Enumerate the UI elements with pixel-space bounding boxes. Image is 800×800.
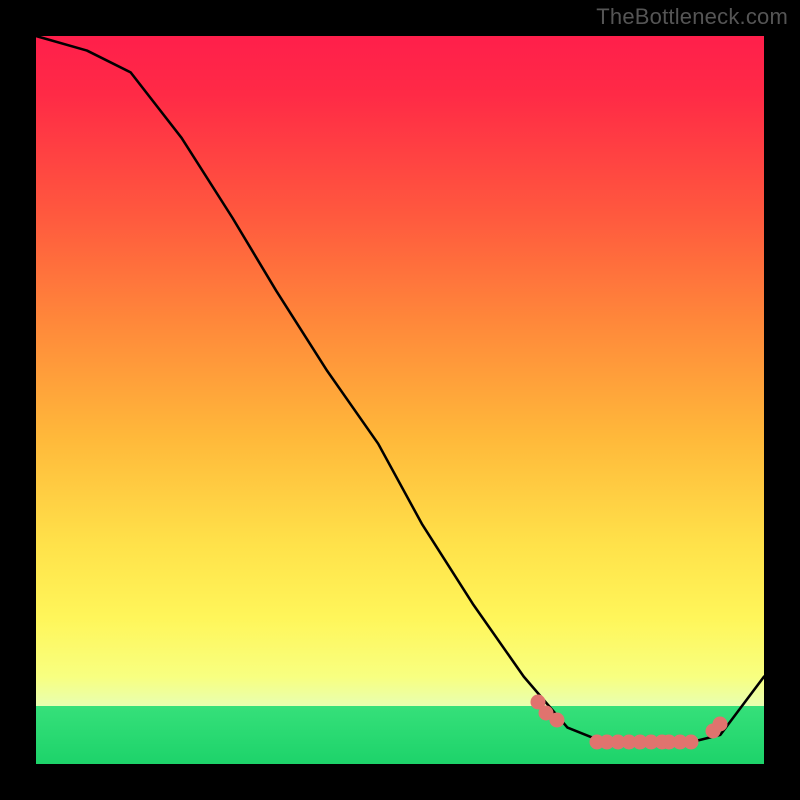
watermark-text: TheBottleneck.com (596, 4, 788, 30)
chart-dot (684, 735, 699, 750)
chart-curve (36, 36, 764, 764)
chart-dot (713, 716, 728, 731)
chart-dot (549, 713, 564, 728)
chart-plot-area (36, 36, 764, 764)
bottleneck-curve (36, 36, 764, 742)
